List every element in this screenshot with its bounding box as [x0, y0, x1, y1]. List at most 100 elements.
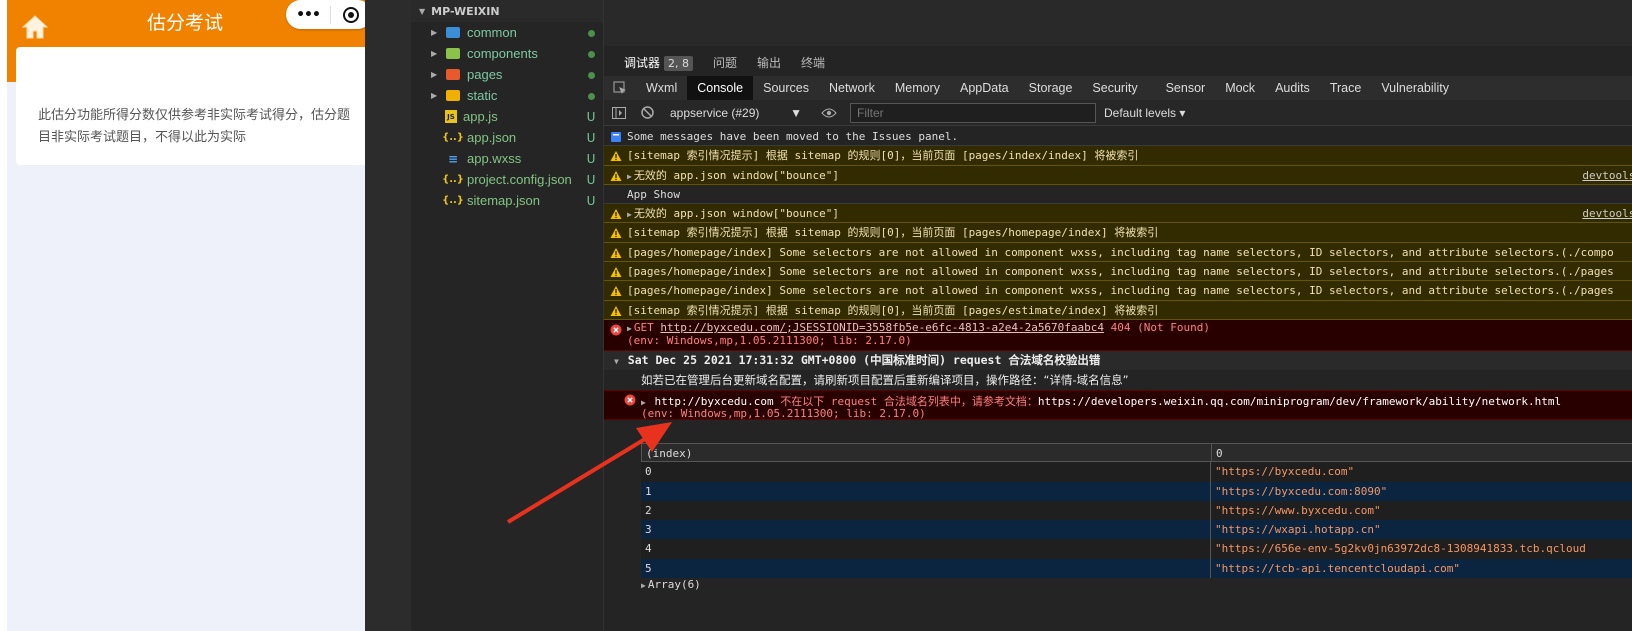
tab-appdata[interactable]: AppData: [950, 76, 1019, 100]
tab-mock[interactable]: Mock: [1215, 76, 1265, 100]
tree-item-pages[interactable]: ▶ pages: [411, 64, 603, 85]
tree-item-label: project.config.json: [467, 172, 572, 187]
screen: 估分考试 ••• 此估分功能所得分数仅供参考非实际考试得分，估分题目非实际考试题…: [0, 0, 1632, 631]
expand-triangle-icon[interactable]: ▶: [627, 324, 632, 333]
message-text: App Show: [627, 187, 680, 201]
warning-icon: [610, 209, 622, 220]
close-mini-program-icon[interactable]: [331, 6, 365, 24]
modified-dot-icon: [579, 47, 603, 61]
table-cell-index: 3: [641, 520, 1211, 540]
tab-audits[interactable]: Audits: [1265, 76, 1320, 100]
tree-item-label: sitemap.json: [467, 193, 540, 208]
group-title: Sat Dec 25 2021 17:31:32 GMT+0800 (中国标准时…: [627, 352, 1101, 367]
debugger-tabs: 调试器 2, 8 问题 输出 终端: [604, 48, 825, 78]
tab-sensor[interactable]: Sensor: [1156, 76, 1216, 100]
source-link[interactable]: devtools:: [1582, 204, 1632, 223]
collapse-triangle-icon[interactable]: ▼: [614, 357, 619, 366]
array-summary[interactable]: ▶ Array(6): [641, 578, 701, 591]
mini-program-capsule[interactable]: •••: [286, 0, 365, 29]
doc-link[interactable]: https://developers.weixin.qq.com/minipro…: [1038, 395, 1561, 408]
table-row: 0 "https://byxcedu.com": [641, 462, 1632, 482]
tree-item-app-js[interactable]: JS app.js U: [411, 106, 603, 127]
console-group-header[interactable]: ▼ Sat Dec 25 2021 17:31:32 GMT+0800 (中国标…: [604, 350, 1632, 370]
tab-output[interactable]: 输出: [757, 54, 781, 71]
explorer-header[interactable]: ▼ MP-WEIXIN: [411, 0, 603, 22]
tree-item-project-config-json[interactable]: {..} project.config.json U: [411, 169, 603, 190]
table-cell-value: "https://wxapi.hotapp.cn": [1215, 523, 1381, 537]
modified-dot-icon: [579, 68, 603, 82]
tab-trace[interactable]: Trace: [1320, 76, 1372, 100]
tree-item-app-json[interactable]: {..} app.json U: [411, 127, 603, 148]
untracked-status: U: [586, 172, 596, 187]
eye-icon[interactable]: [820, 106, 838, 120]
expand-icon: ▶: [431, 49, 438, 58]
expand-triangle-icon[interactable]: ▶: [627, 172, 632, 181]
tab-vulnerability[interactable]: Vulnerability: [1371, 76, 1459, 100]
devtools-panel-tabs: Wxml Console Sources Network Memory AppData St…: [604, 76, 1632, 100]
warning-icon: [610, 247, 622, 258]
error-icon: [610, 324, 622, 336]
tab-terminal[interactable]: 终端: [801, 54, 825, 71]
warning-icon: [610, 170, 622, 181]
css-file-icon: ≡: [447, 151, 459, 166]
tree-item-common[interactable]: ▶ common: [411, 22, 603, 43]
tree-item-static[interactable]: ▶ static: [411, 85, 603, 106]
column-header[interactable]: 0: [1212, 444, 1632, 461]
console-warning[interactable]: ▶无效的 app.json window["bounce"] devtools:: [604, 204, 1632, 224]
array-summary-label: Array(6): [647, 578, 701, 591]
column-header[interactable]: (index): [642, 444, 1212, 462]
sidebar-toggle-icon[interactable]: [612, 106, 626, 120]
message-text: [pages/homepage/index] Some selectors ar…: [627, 284, 1614, 298]
modified-dot-icon: [579, 89, 603, 103]
clear-console-icon[interactable]: [640, 106, 654, 120]
tab-issues[interactable]: 问题: [713, 54, 737, 71]
console-output: Some messages have been moved to the Iss…: [604, 127, 1632, 420]
console-warning[interactable]: ▶无效的 app.json window["bounce"] devtools:: [604, 165, 1632, 185]
tab-network[interactable]: Network: [819, 76, 885, 100]
untracked-status: U: [586, 109, 596, 124]
message-text: [sitemap 索引情况提示] 根据 sitemap 的规则[0]，当前页面 …: [627, 226, 1159, 240]
console-error-404[interactable]: ▶ GET http://byxcedu.com/;JSESSIONID=3558…: [604, 319, 1632, 351]
log-levels-dropdown[interactable]: Default levels ▾: [1104, 106, 1185, 120]
tree-item-label: static: [467, 88, 498, 103]
tree-item-label: app.json: [467, 130, 517, 145]
expand-triangle-icon[interactable]: ▶: [641, 398, 646, 407]
message-text: [sitemap 索引情况提示] 根据 sitemap 的规则[0]，当前页面 …: [627, 149, 1139, 163]
status-dot: [587, 50, 595, 58]
tab-memory[interactable]: Memory: [885, 76, 950, 100]
env-info: (env: Windows,mp,1.05.2111300; lib: 2.17…: [627, 333, 912, 347]
tree-item-app-wxss[interactable]: ≡ app.wxss U: [411, 148, 603, 169]
filter-input[interactable]: [850, 102, 1096, 123]
more-menu-icon[interactable]: •••: [286, 7, 330, 23]
tab-console[interactable]: Console: [687, 76, 754, 100]
tab-debugger-label: 调试器: [624, 55, 661, 70]
source-link[interactable]: devtools:: [1582, 166, 1632, 185]
message-text: Some messages have been moved to the Iss…: [627, 130, 959, 143]
console-warning: [pages/homepage/index] Some selectors ar…: [604, 242, 1632, 263]
expand-triangle-icon[interactable]: ▶: [627, 210, 632, 219]
context-select[interactable]: appservice (#29) ▼: [670, 106, 802, 120]
domain-validation-error[interactable]: ▶ http://byxcedu.com 不在以下 request 合法域名列表…: [604, 389, 1632, 420]
tab-sources[interactable]: Sources: [753, 76, 819, 100]
folder-shape: [446, 69, 460, 80]
info-icon: [611, 132, 621, 142]
warning-icon: [610, 267, 622, 278]
tab-security[interactable]: Security: [1082, 76, 1147, 100]
notice-text: 此估分功能所得分数仅供参考非实际考试得分，估分题目非实际考试题目，不得以此为实际: [38, 108, 351, 145]
tab-storage[interactable]: Storage: [1019, 76, 1083, 100]
table-row: 5 "https://tcb-api.tencentcloudapi.com": [641, 558, 1632, 579]
expand-icon: ▶: [431, 70, 438, 79]
tree-item-sitemap-json[interactable]: {..} sitemap.json U: [411, 190, 603, 211]
http-status: 404 (Not Found): [1110, 320, 1211, 334]
expand-icon: ▶: [431, 28, 438, 37]
tab-debugger[interactable]: 调试器 2, 8: [624, 54, 694, 78]
untracked-status: U: [586, 151, 596, 166]
folder-icon: [445, 26, 461, 39]
collapse-icon[interactable]: ▼: [419, 7, 425, 16]
tree-item-label: components: [467, 46, 538, 61]
tree-item-components[interactable]: ▶ components: [411, 43, 603, 64]
simulator-edge: [0, 0, 7, 631]
tab-wxml[interactable]: Wxml: [636, 76, 687, 100]
panel-gap: [365, 0, 411, 631]
element-picker-icon[interactable]: [604, 76, 636, 100]
